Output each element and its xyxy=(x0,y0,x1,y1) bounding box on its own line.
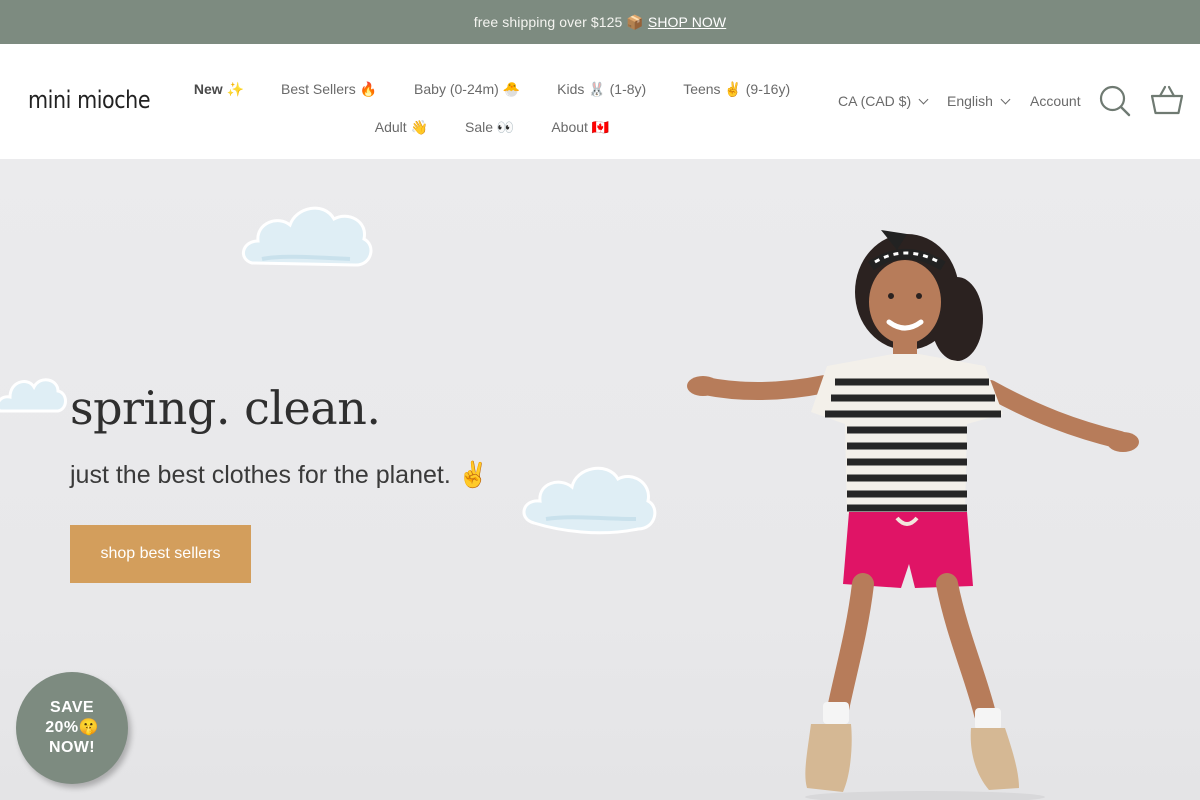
nav-item-adult[interactable]: Adult 👋 xyxy=(375,119,428,136)
jumping-child-image xyxy=(687,230,1139,800)
account-link[interactable]: Account xyxy=(1030,88,1081,114)
nav-item-teens[interactable]: Teens ✌️ (9-16y) xyxy=(683,81,790,98)
currency-selector[interactable]: CA (CAD $) xyxy=(838,88,929,114)
nav-item-sale[interactable]: Sale 👀 xyxy=(465,119,514,136)
shop-now-link[interactable]: SHOP NOW xyxy=(648,14,726,30)
cloud-image xyxy=(522,466,657,535)
save-discount-badge[interactable]: SAVE 20%🤫 NOW! xyxy=(16,672,128,784)
chevron-down-icon xyxy=(918,94,929,104)
search-icon[interactable] xyxy=(1098,84,1132,118)
badge-line-2: 20%🤫 xyxy=(45,719,99,736)
badge-line-3: NOW! xyxy=(48,739,96,756)
site-logo[interactable]: mini mioche xyxy=(28,86,151,114)
cloud-image xyxy=(242,206,373,267)
main-nav: New ✨ Best Sellers 🔥 Baby (0-24m) 🐣 Kids… xyxy=(192,70,792,146)
nav-row-1: New ✨ Best Sellers 🔥 Baby (0-24m) 🐣 Kids… xyxy=(192,70,792,108)
nav-item-kids[interactable]: Kids 🐰 (1-8y) xyxy=(557,81,646,98)
language-label: English xyxy=(947,93,993,109)
site-header: mini mioche New ✨ Best Sellers 🔥 Baby (0… xyxy=(0,44,1200,159)
cloud-image xyxy=(0,378,67,413)
basket-icon[interactable] xyxy=(1149,82,1185,118)
nav-row-2: Adult 👋 Sale 👀 About 🇨🇦 xyxy=(192,108,792,146)
nav-item-baby[interactable]: Baby (0-24m) 🐣 xyxy=(414,81,520,98)
currency-label: CA (CAD $) xyxy=(838,93,912,109)
hero-subtitle: just the best clothes for the planet. ✌️ xyxy=(70,461,489,489)
announcement-bar: free shipping over $125 📦 SHOP NOW xyxy=(0,0,1200,44)
nav-item-about[interactable]: About 🇨🇦 xyxy=(551,119,609,136)
hero-banner: spring. clean. just the best clothes for… xyxy=(0,159,1200,800)
nav-item-best-sellers[interactable]: Best Sellers 🔥 xyxy=(281,81,377,98)
hero-title: spring. clean. xyxy=(70,381,381,435)
badge-line-1: SAVE xyxy=(50,699,94,716)
chevron-down-icon xyxy=(1000,94,1011,104)
language-selector[interactable]: English xyxy=(947,88,1011,114)
shop-best-sellers-button[interactable]: shop best sellers xyxy=(70,525,251,583)
announcement-text: free shipping over $125 📦 xyxy=(473,13,644,30)
nav-item-new[interactable]: New ✨ xyxy=(194,81,244,98)
